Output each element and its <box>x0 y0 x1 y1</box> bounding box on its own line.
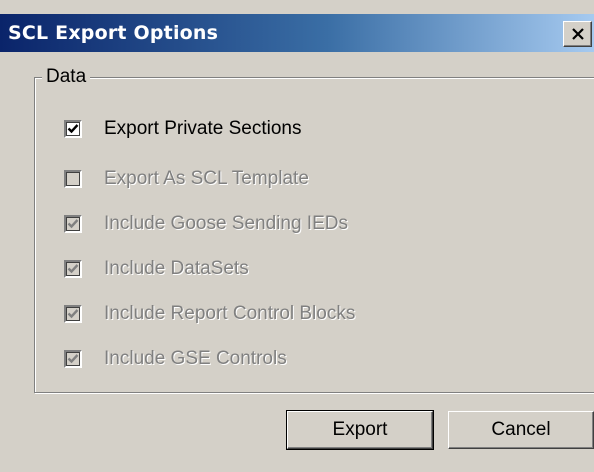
checkmark-icon <box>67 219 79 229</box>
checkmark-icon <box>67 264 79 274</box>
dialog-window: SCL Export Options Data Export Private S… <box>0 0 594 472</box>
close-button[interactable] <box>563 21 592 47</box>
checkbox <box>64 260 82 278</box>
checkbox <box>64 305 82 323</box>
option-include-gse-controls: Include GSE Controls <box>64 346 287 372</box>
cancel-button[interactable]: Cancel <box>448 411 594 449</box>
option-label: Export Private Sections <box>104 118 302 139</box>
option-export-as-scl-template: Export As SCL Template <box>64 166 309 192</box>
option-label: Include DataSets <box>104 258 249 279</box>
checkbox <box>64 350 82 368</box>
checkbox <box>64 215 82 233</box>
window-title: SCL Export Options <box>8 22 219 44</box>
option-label: Export As SCL Template <box>104 168 309 189</box>
option-label: Include GSE Controls <box>104 348 287 369</box>
close-icon <box>571 28 584 40</box>
option-include-goose-sending-ieds: Include Goose Sending IEDs <box>64 211 348 237</box>
checkbox <box>64 170 82 188</box>
checkmark-icon <box>67 309 79 319</box>
checkmark-icon <box>67 124 79 134</box>
title-bar[interactable]: SCL Export Options <box>0 14 594 52</box>
option-label: Include Report Control Blocks <box>104 303 356 324</box>
export-button[interactable]: Export <box>286 410 434 450</box>
option-include-datasets: Include DataSets <box>64 256 249 282</box>
group-label: Data <box>42 66 91 88</box>
option-label: Include Goose Sending IEDs <box>104 213 348 234</box>
option-export-private-sections[interactable]: Export Private Sections <box>64 116 301 142</box>
checkmark-icon <box>67 354 79 364</box>
checkbox[interactable] <box>64 120 82 138</box>
option-include-report-control-blocks: Include Report Control Blocks <box>64 301 355 327</box>
